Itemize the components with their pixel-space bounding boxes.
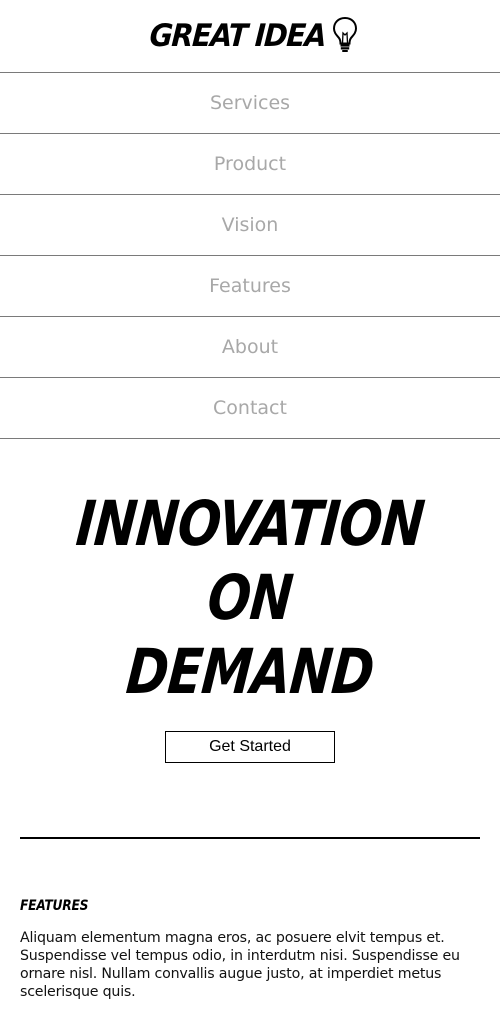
nav-item-about[interactable]: About — [0, 317, 500, 378]
features-section: FEATURES Aliquam elementum magna eros, a… — [0, 839, 500, 1001]
hero-title: INNOVATION ON DEMAND — [0, 487, 500, 709]
nav-item-contact[interactable]: Contact — [0, 378, 500, 439]
hero-title-line-1: INNOVATION — [73, 487, 427, 560]
lightbulb-icon — [333, 16, 358, 52]
hero-title-line-2: ON — [204, 561, 296, 634]
nav-item-services[interactable]: Services — [0, 73, 500, 134]
logo[interactable]: GREAT IDEA — [142, 16, 359, 54]
nav-item-features[interactable]: Features — [0, 256, 500, 317]
nav-item-product[interactable]: Product — [0, 134, 500, 195]
hero-title-line-3: DEMAND — [123, 635, 377, 708]
features-body-text: Aliquam elementum magna eros, ac posuere… — [20, 930, 460, 1000]
hero-section: INNOVATION ON DEMAND Get Started — [0, 439, 500, 763]
logo-text: GREAT IDEA — [148, 17, 326, 54]
get-started-button[interactable]: Get Started — [165, 731, 335, 763]
main-nav: Services Product Vision Features About C… — [0, 72, 500, 439]
nav-item-vision[interactable]: Vision — [0, 195, 500, 256]
site-header: GREAT IDEA — [0, 0, 500, 72]
features-heading: FEATURES — [20, 898, 89, 914]
